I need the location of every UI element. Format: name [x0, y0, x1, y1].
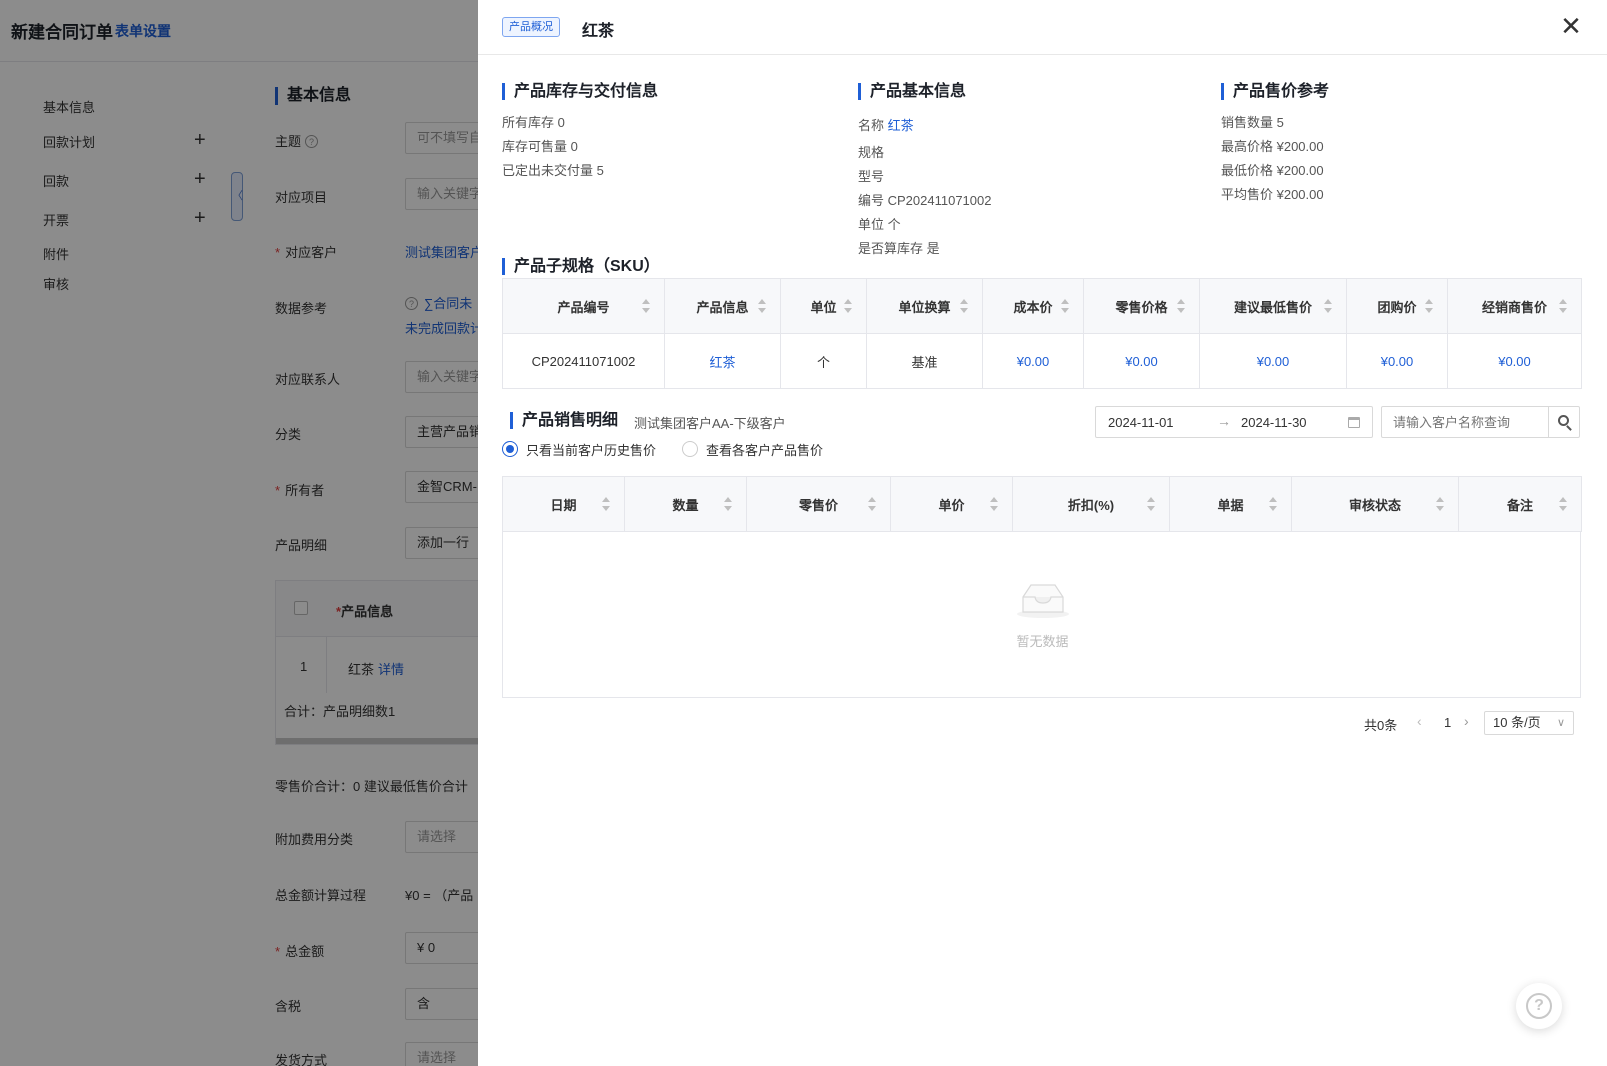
product-model: 型号 — [858, 169, 885, 184]
sales-col-remark[interactable]: 备注 — [1458, 476, 1582, 532]
sku-col-retail[interactable]: 零售价格 — [1083, 278, 1200, 334]
basic-section-title: 产品基本信息 — [858, 83, 966, 100]
radio-dot — [682, 441, 698, 457]
sales-col-retail[interactable]: 零售价 — [746, 476, 891, 532]
sort-icon[interactable] — [1324, 299, 1332, 313]
sort-icon[interactable] — [990, 497, 998, 511]
start-date[interactable]: 2024-11-01 — [1108, 415, 1174, 430]
sku-col-group-price[interactable]: 团购价 — [1346, 278, 1448, 334]
product-overview-tag: 产品概况 — [502, 17, 560, 37]
inventory-undelivered: 已定出未交付量 5 — [502, 163, 604, 178]
sort-icon[interactable] — [1559, 497, 1567, 511]
product-stock-flag: 是否算库存 是 — [858, 241, 940, 256]
sort-icon[interactable] — [1061, 299, 1069, 313]
customer-search-input[interactable] — [1381, 406, 1549, 438]
sort-icon[interactable] — [602, 497, 610, 511]
product-spec: 规格 — [858, 145, 885, 160]
pager-total: 共0条 — [1364, 718, 1398, 733]
sales-col-discount[interactable]: 折扣(%) — [1012, 476, 1170, 532]
chevron-down-icon: ∨ — [1556, 717, 1565, 729]
sku-col-unit[interactable]: 单位 — [780, 278, 867, 334]
product-code: 编号 CP202411071002 — [858, 193, 992, 208]
sales-col-document[interactable]: 单据 — [1169, 476, 1292, 532]
sales-col-quantity[interactable]: 数量 — [624, 476, 747, 532]
end-date[interactable]: 2024-11-30 — [1241, 415, 1307, 430]
sku-col-info[interactable]: 产品信息 — [664, 278, 781, 334]
sort-icon[interactable] — [844, 299, 852, 313]
sort-icon[interactable] — [1177, 299, 1185, 313]
drawer-header: 产品概况 红茶 ✕ — [478, 0, 1607, 55]
sales-count: 销售数量 5 — [1221, 115, 1284, 130]
sort-icon[interactable] — [1147, 497, 1155, 511]
sku-col-conversion[interactable]: 单位换算 — [866, 278, 983, 334]
inventory-section-title: 产品库存与交付信息 — [502, 83, 658, 100]
calendar-icon[interactable] — [1348, 417, 1360, 428]
sku-cell-min-price[interactable]: ¥0.00 — [1199, 333, 1347, 389]
empty-text: 暂无数据 — [1016, 634, 1069, 649]
search-icon-handle — [1566, 425, 1572, 431]
sort-icon[interactable] — [1269, 497, 1277, 511]
sku-cell-info-link[interactable]: 红茶 — [664, 333, 781, 389]
page-number[interactable]: 1 — [1444, 715, 1451, 730]
page-size-select[interactable]: 10 条/页 ∨ — [1484, 711, 1574, 735]
sku-section-title: 产品子规格（SKU） — [502, 258, 660, 275]
product-overview-drawer: 产品概况 红茶 ✕ 产品库存与交付信息 所有库存 0 库存可售量 0 已定出未交… — [478, 0, 1607, 1066]
product-name: 名称 红茶 — [858, 118, 914, 133]
empty-state: 暂无数据 — [502, 531, 1581, 698]
sort-icon[interactable] — [642, 299, 650, 313]
min-price: 最低价格 ¥200.00 — [1221, 163, 1324, 178]
sales-col-date[interactable]: 日期 — [502, 476, 625, 532]
close-icon[interactable]: ✕ — [1559, 13, 1583, 39]
date-range-picker[interactable]: 2024-11-01 → 2024-11-30 — [1095, 406, 1373, 438]
sku-cell-group-price[interactable]: ¥0.00 — [1346, 333, 1448, 389]
product-unit: 单位 个 — [858, 217, 901, 232]
sku-header-row: 产品编号 产品信息 单位 单位换算 成本价 零售价格 建议最低售价 团购价 经销… — [502, 278, 1582, 334]
sku-cell-cost[interactable]: ¥0.00 — [982, 333, 1084, 389]
avg-price: 平均售价 ¥200.00 — [1221, 187, 1324, 202]
sku-cell-unit: 个 — [780, 333, 867, 389]
sort-icon[interactable] — [868, 497, 876, 511]
sku-table: 产品编号 产品信息 单位 单位换算 成本价 零售价格 建议最低售价 团购价 经销… — [502, 278, 1582, 389]
next-page-icon[interactable]: › — [1464, 713, 1469, 729]
search-button[interactable] — [1548, 406, 1580, 438]
help-button[interactable]: ? — [1516, 983, 1562, 1029]
radio-dot — [502, 441, 518, 457]
sku-col-dealer-price[interactable]: 经销商售价 — [1447, 278, 1582, 334]
sku-cell-code: CP202411071002 — [502, 333, 665, 389]
max-price: 最高价格 ¥200.00 — [1221, 139, 1324, 154]
range-arrow-icon: → — [1217, 413, 1231, 429]
prev-page-icon[interactable]: ‹ — [1417, 713, 1422, 729]
sales-col-review-status[interactable]: 审核状态 — [1291, 476, 1459, 532]
sales-col-unit-price[interactable]: 单价 — [890, 476, 1013, 532]
drawer-title: 红茶 — [582, 23, 615, 40]
sort-icon[interactable] — [1425, 299, 1433, 313]
sku-col-min-price[interactable]: 建议最低售价 — [1199, 278, 1347, 334]
sku-col-cost[interactable]: 成本价 — [982, 278, 1084, 334]
sales-table: 日期 数量 零售价 单价 折扣(%) 单据 审核状态 备注 — [502, 476, 1582, 532]
sort-icon[interactable] — [1436, 497, 1444, 511]
sku-col-code[interactable]: 产品编号 — [502, 278, 665, 334]
question-icon: ? — [1526, 993, 1552, 1019]
sort-icon[interactable] — [724, 497, 732, 511]
table-row: CP202411071002 红茶 个 基准 ¥0.00 ¥0.00 ¥0.00… — [502, 333, 1582, 389]
sales-section-title: 产品销售明细 — [510, 412, 618, 429]
product-name-link[interactable]: 红茶 — [888, 118, 914, 133]
inventory-sellable: 库存可售量 0 — [502, 139, 578, 154]
inventory-total: 所有库存 0 — [502, 115, 565, 130]
sales-customer-subtitle: 测试集团客户AA-下级客户 — [634, 416, 786, 431]
sort-icon[interactable] — [758, 299, 766, 313]
sales-header-row: 日期 数量 零售价 单价 折扣(%) 单据 审核状态 备注 — [502, 476, 1582, 532]
sku-cell-conversion: 基准 — [866, 333, 983, 389]
price-ref-section-title: 产品售价参考 — [1221, 83, 1329, 100]
sort-icon[interactable] — [960, 299, 968, 313]
sort-icon[interactable] — [1559, 299, 1567, 313]
sku-cell-retail[interactable]: ¥0.00 — [1083, 333, 1200, 389]
sku-cell-dealer-price[interactable]: ¥0.00 — [1447, 333, 1582, 389]
empty-inbox-icon — [1017, 584, 1069, 618]
